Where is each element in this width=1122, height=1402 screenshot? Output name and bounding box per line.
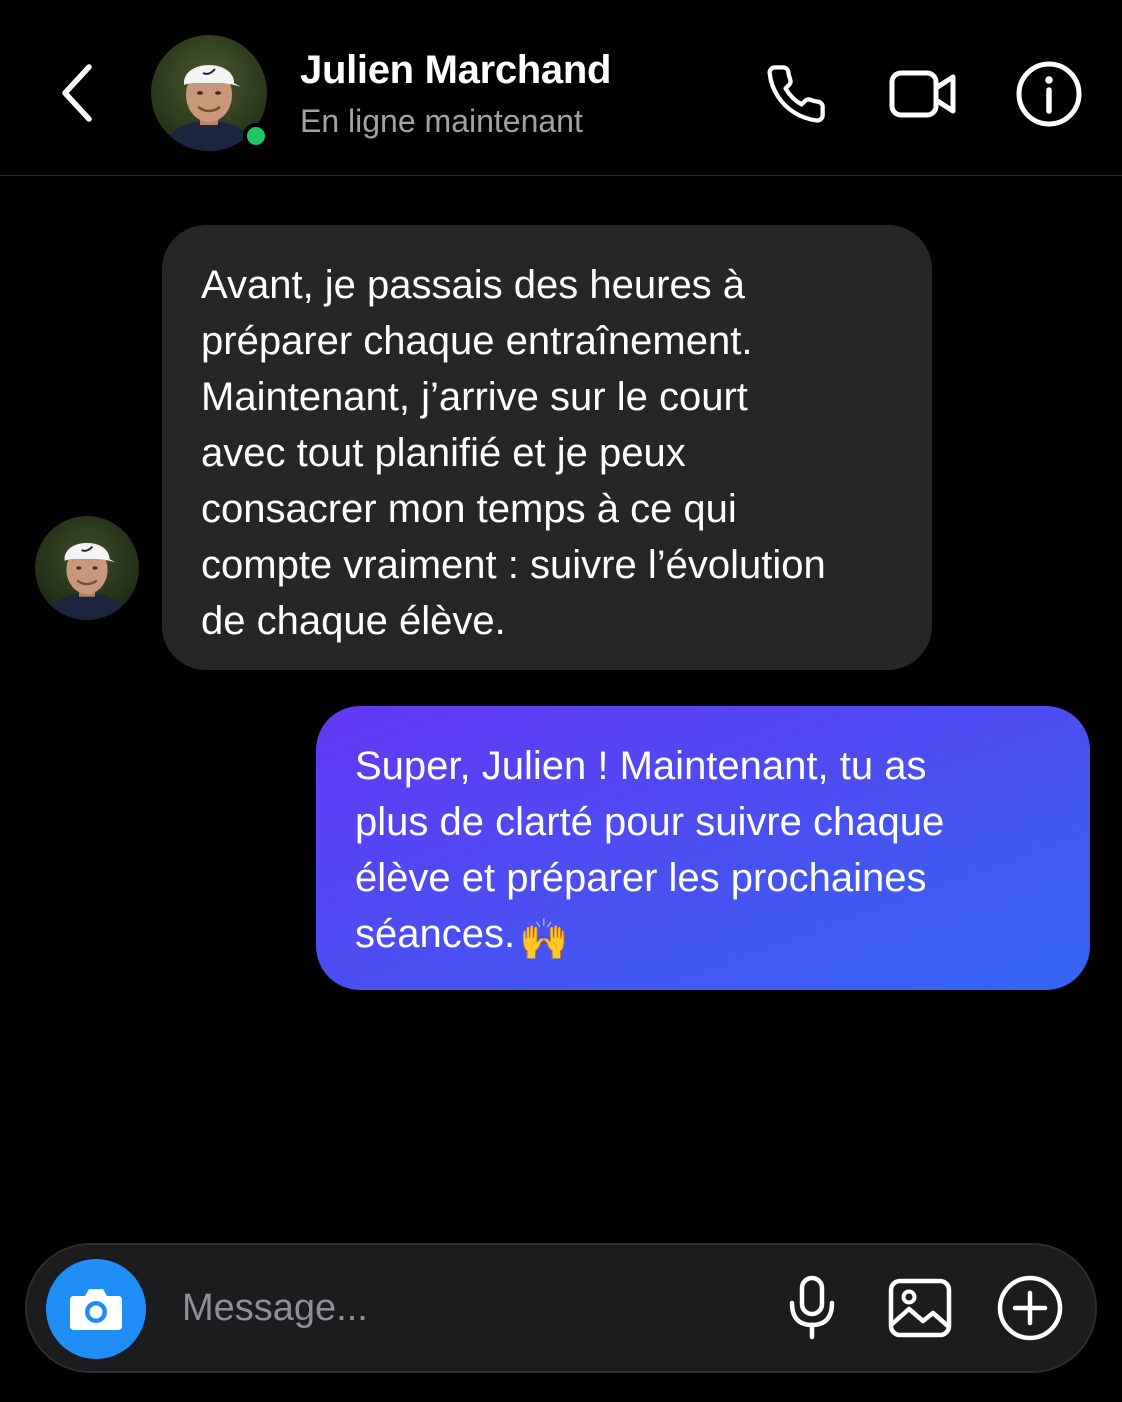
more-options-button[interactable] bbox=[995, 1273, 1065, 1343]
camera-icon bbox=[70, 1289, 122, 1330]
call-button[interactable] bbox=[760, 58, 832, 130]
chat-header: Julien Marchand En ligne maintenant bbox=[0, 0, 1122, 176]
message-text-line: séances. bbox=[355, 912, 516, 956]
info-button[interactable] bbox=[1013, 58, 1085, 130]
message-text-line: préparer chaque entraînement. bbox=[201, 319, 753, 363]
video-camera-icon bbox=[889, 70, 956, 118]
sender-avatar[interactable] bbox=[35, 516, 139, 620]
chevron-left-icon bbox=[62, 64, 92, 122]
message-text-line: élève et préparer les prochaines bbox=[355, 856, 927, 900]
voice-message-button[interactable] bbox=[777, 1273, 847, 1343]
online-indicator bbox=[243, 123, 269, 149]
message-text-line: plus de clarté pour suivre chaque bbox=[355, 800, 945, 844]
contact-avatar[interactable] bbox=[151, 35, 269, 151]
outgoing-message-bubble[interactable]: Super, Julien ! Maintenant, tu as plus d… bbox=[316, 706, 1090, 990]
microphone-icon bbox=[789, 1275, 835, 1340]
message-last-line: séances. 🙌 bbox=[355, 906, 1060, 962]
raising-hands-emoji: 🙌 bbox=[519, 918, 569, 962]
contact-status: En ligne maintenant bbox=[300, 103, 583, 139]
back-button[interactable] bbox=[52, 58, 102, 128]
image-icon bbox=[888, 1278, 952, 1338]
message-composer bbox=[25, 1243, 1097, 1373]
info-icon bbox=[1016, 61, 1082, 127]
message-text-line: Super, Julien ! Maintenant, tu as bbox=[355, 744, 927, 788]
message-text-line: Avant, je passais des heures à bbox=[201, 263, 746, 307]
gallery-button[interactable] bbox=[885, 1273, 955, 1343]
message-text-line: compte vraiment : suivre l’évolution bbox=[201, 543, 826, 587]
plus-circle-icon bbox=[997, 1275, 1063, 1341]
message-text-line: de chaque élève. bbox=[201, 599, 506, 643]
message-input[interactable] bbox=[177, 1275, 742, 1341]
incoming-message-bubble[interactable]: Avant, je passais des heures à préparer … bbox=[162, 225, 932, 670]
message-text-line: avec tout planifié et je peux bbox=[201, 431, 686, 475]
message-text-line: consacrer mon temps à ce qui bbox=[201, 487, 737, 531]
camera-button[interactable] bbox=[46, 1259, 146, 1359]
message-text-line: Maintenant, j’arrive sur le court bbox=[201, 375, 748, 419]
video-call-button[interactable] bbox=[887, 58, 959, 130]
contact-name[interactable]: Julien Marchand bbox=[300, 48, 611, 93]
phone-icon bbox=[767, 65, 825, 123]
